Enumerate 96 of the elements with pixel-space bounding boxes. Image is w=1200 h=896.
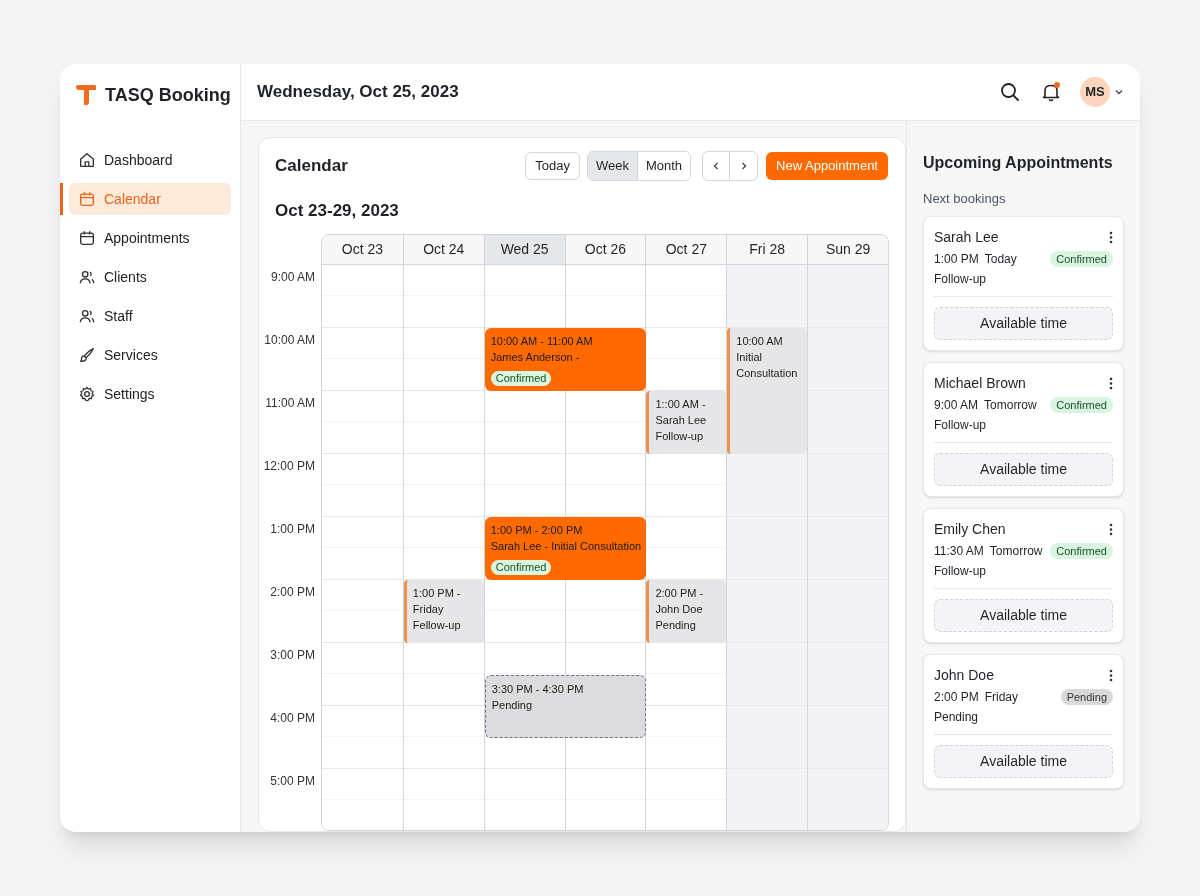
day-header: Wed 25 (483, 235, 565, 264)
appointment-day: Today (984, 250, 1017, 268)
appointment-text: Fellow-up (412, 618, 462, 633)
more-options-icon[interactable] (1109, 523, 1113, 536)
nav-item[interactable]: Clients (69, 261, 231, 293)
appointment-time: 11:30 AM (934, 543, 984, 560)
day-header: Sun 29 (807, 235, 888, 264)
user-avatar[interactable]: MS (1080, 76, 1110, 107)
appointment-day: Friday (984, 688, 1019, 706)
nav-item[interactable]: Settings (69, 378, 231, 410)
appointment-text: Sarah Lee - Initial Consultation (490, 539, 643, 554)
time-label: 10:00 AM (264, 333, 315, 347)
time-label: 3:00 PM (270, 648, 315, 662)
more-options-icon[interactable] (1109, 231, 1113, 244)
appointment-text: James Anderson - (490, 350, 581, 365)
status-badge: Confirmed (1050, 543, 1113, 559)
appointment-text: 1:00 PM - (412, 586, 462, 601)
time-label: 12:00 PM (263, 459, 315, 473)
appointment-text: Pending (655, 618, 697, 633)
appointment-text: 10:00 AM - 11:00 AM (490, 334, 594, 349)
more-options-icon[interactable] (1109, 669, 1113, 682)
status-badge: Confirmed (490, 560, 552, 575)
appointment-text: Follow-up (655, 429, 705, 444)
available-time-button[interactable]: Available time (934, 453, 1113, 486)
appointment-text: 1:00 PM - 2:00 PM (490, 523, 584, 538)
appointment-text: John Doe (655, 602, 704, 617)
time-label: 11:00 AM (265, 396, 315, 410)
more-options-icon[interactable] (1109, 377, 1113, 390)
day-header: Oct 26 (564, 235, 646, 264)
panel-title: Upcoming Appointments (923, 152, 1114, 173)
appointment-text: 10:00 AM (736, 334, 784, 349)
appointment-type: Follow-up (934, 417, 988, 434)
appointment-text: 2:00 PM - (655, 586, 705, 601)
brush-icon (78, 346, 96, 364)
search-icon[interactable] (1000, 81, 1020, 102)
appointment-time: 9:00 AM (934, 397, 979, 414)
brand-name: TASQ Booking (105, 83, 231, 107)
nav-item[interactable]: Services (69, 339, 231, 371)
appointment-day: Tomorrow (989, 542, 1043, 560)
page-title: Wednesday, Oct 25, 2023 (257, 81, 460, 103)
appointment-text: Sarah Lee (655, 413, 708, 428)
appointment-block[interactable]: 1:00 PM - Friday Fellow-up (403, 580, 484, 643)
view-tab[interactable]: Month (636, 151, 691, 180)
day-header: Oct 23 (322, 235, 403, 264)
nav-item[interactable]: Dashboard (69, 144, 231, 176)
time-label: 1:00 PM (270, 522, 315, 536)
appointment-block[interactable]: 1::00 AM - Sarah Lee Follow-up (646, 391, 727, 454)
appointment-text: Friday (412, 602, 445, 617)
calendar-icon (78, 229, 96, 247)
appointment-text: 3:30 PM - 4:30 PM (491, 681, 585, 697)
time-label: 9:00 AM (270, 270, 315, 284)
available-time-button[interactable]: Available time (934, 745, 1113, 778)
client-name: Michael Brown (934, 374, 1026, 393)
calendar-icon (78, 190, 96, 208)
appointment-block[interactable]: 3:30 PM - 4:30 PM Pending (484, 674, 646, 738)
nav-item[interactable]: Staff (69, 300, 231, 332)
time-label: 5:00 PM (270, 774, 315, 788)
status-badge: Confirmed (1050, 397, 1113, 413)
appointment-type: Pending (934, 709, 980, 726)
time-label: 4:00 PM (270, 711, 315, 725)
client-name: John Doe (934, 666, 994, 685)
appointment-block[interactable]: 2:00 PM - John Doe Pending (646, 580, 727, 643)
day-header: Oct 27 (645, 235, 727, 264)
view-tab[interactable]: Week (587, 151, 637, 180)
appointment-text: Initial Consultation (736, 350, 799, 381)
card-title: Calendar (275, 154, 349, 177)
today-button[interactable]: Today (525, 151, 580, 180)
day-header: Fri 28 (726, 235, 808, 264)
appointment-time: 1:00 PM (934, 251, 979, 268)
users-icon (78, 307, 96, 325)
appointment-text: 1::00 AM - (655, 397, 707, 412)
status-badge: Pending (1060, 689, 1113, 705)
date-range: Oct 23-29, 2023 (274, 199, 400, 222)
appointment-text: Pending (491, 697, 534, 713)
time-label: 2:00 PM (270, 585, 315, 599)
status-badge: Confirmed (1050, 251, 1113, 267)
available-time-button[interactable]: Available time (934, 599, 1113, 632)
available-time-button[interactable]: Available time (934, 307, 1113, 340)
appointment-type: Follow-up (934, 563, 988, 580)
status-badge: Confirmed (490, 371, 552, 386)
logo-icon (75, 84, 97, 106)
users-icon (78, 268, 96, 286)
client-name: Emily Chen (934, 520, 1006, 539)
day-header: Oct 24 (402, 235, 484, 264)
appointment-day: Tomorrow (984, 396, 1037, 414)
appointment-time: 2:00 PM (934, 689, 979, 706)
appointment-block[interactable]: 10:00 AM Initial Consultation (727, 328, 808, 454)
appointment-block[interactable]: 10:00 AM - 11:00 AM James Anderson - Confirmed (484, 328, 646, 391)
client-name: Sarah Lee (934, 228, 999, 247)
notification-bell-icon[interactable] (1040, 80, 1062, 103)
settings-icon (78, 385, 96, 403)
panel-subtitle: Next bookings (923, 189, 1007, 208)
appointment-type: Follow-up (934, 271, 988, 288)
nav-item[interactable]: Appointments (69, 222, 231, 254)
home-icon (78, 151, 96, 169)
appointment-block[interactable]: 1:00 PM - 2:00 PM Sarah Lee - Initial Consultation Confirmed (484, 517, 646, 580)
